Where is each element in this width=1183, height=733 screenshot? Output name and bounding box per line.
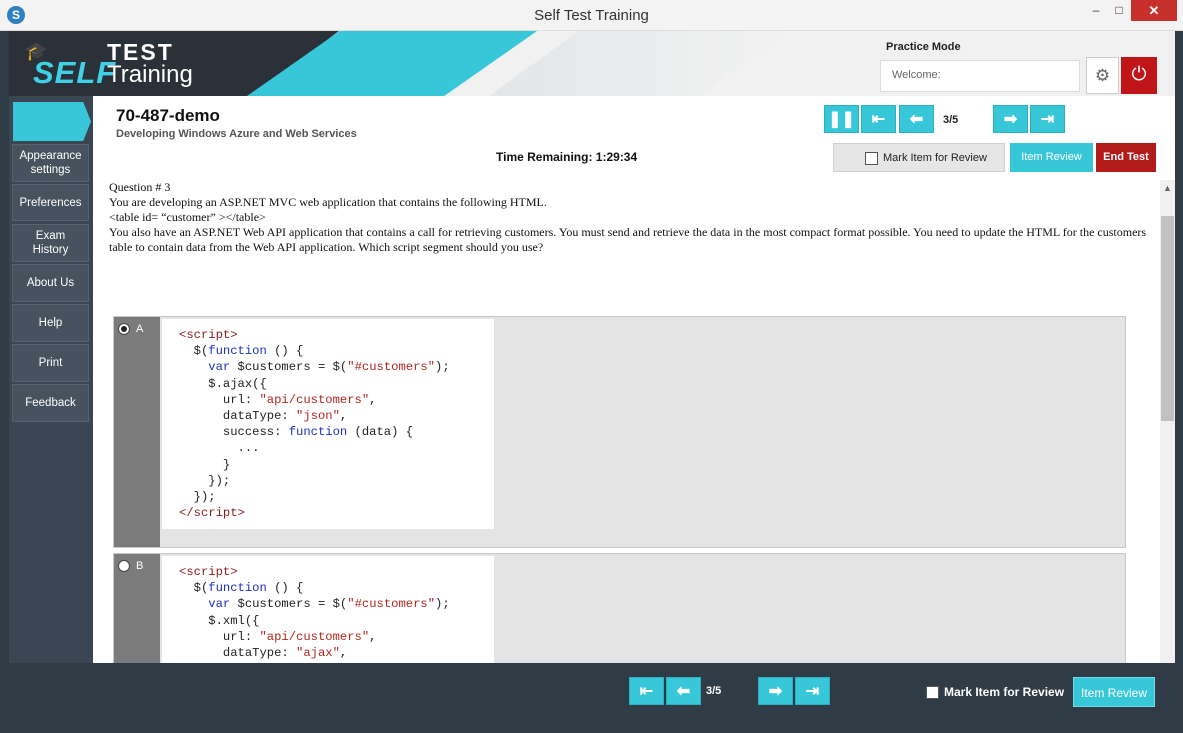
last-question-button[interactable]: ⇥ bbox=[1030, 105, 1065, 133]
bottom-last-button[interactable]: ⇥ bbox=[795, 677, 830, 705]
bottom-item-review-button[interactable]: Item Review bbox=[1073, 677, 1155, 707]
first-arrow-icon: ⇤ bbox=[871, 111, 886, 128]
question-line-2: <table id= “customer” ></table> bbox=[109, 210, 266, 224]
question-number: Question # 3 bbox=[109, 180, 171, 194]
option-a-radio[interactable] bbox=[118, 323, 130, 335]
question-line-3: You also have an ASP.NET Web API applica… bbox=[109, 225, 1147, 254]
last-arrow-icon: ⇥ bbox=[1040, 111, 1055, 128]
power-button[interactable]: ⏻ bbox=[1121, 57, 1157, 94]
next-question-button[interactable]: ➡ bbox=[993, 105, 1028, 133]
mark-review-checkbox[interactable] bbox=[865, 152, 878, 165]
maximize-button[interactable]: □ bbox=[1108, 0, 1130, 21]
option-gutter: B bbox=[114, 554, 160, 663]
mark-review-label: Mark Item for Review bbox=[883, 152, 987, 164]
bottom-mark-review-label: Mark Item for Review bbox=[944, 685, 1065, 699]
bottom-bar: ⇤ ⬅ 3/5 ➡ ⇥ Mark Item for Review Item Re… bbox=[0, 663, 1183, 733]
option-a-letter: A bbox=[136, 323, 144, 335]
minimize-button[interactable]: – bbox=[1084, 0, 1108, 21]
welcome-box: Welcome: bbox=[880, 60, 1080, 92]
end-test-button[interactable]: End Test bbox=[1096, 143, 1156, 172]
vertical-scrollbar[interactable]: ▲ bbox=[1160, 180, 1175, 663]
window-title: Self Test Training bbox=[534, 7, 649, 24]
previous-question-button[interactable]: ⬅ bbox=[899, 105, 934, 133]
banner-light-stripe bbox=[489, 31, 789, 96]
bottom-mark-review-checkbox[interactable] bbox=[926, 686, 939, 699]
welcome-label: Welcome: bbox=[892, 69, 941, 81]
sidebar-item-feedback[interactable]: Feedback bbox=[12, 384, 89, 422]
sidebar-item-help[interactable]: Help bbox=[12, 304, 89, 342]
pause-icon: ❚❚ bbox=[828, 111, 855, 128]
mark-review-top[interactable]: Mark Item for Review bbox=[833, 143, 1005, 172]
right-arrow-icon: ➡ bbox=[1003, 111, 1018, 128]
bottom-next-button[interactable]: ➡ bbox=[758, 677, 793, 705]
bottom-first-button[interactable]: ⇤ bbox=[629, 677, 664, 705]
sidebar: Appearance settings Preferences Exam His… bbox=[9, 96, 93, 663]
header-banner: 🎓 SELF TEST Training Practice Mode Welco… bbox=[9, 31, 1175, 96]
question-content: Question # 3 You are developing an ASP.N… bbox=[93, 180, 1157, 663]
left-arrow-icon: ⬅ bbox=[676, 683, 691, 700]
left-arrow-icon: ⬅ bbox=[909, 111, 924, 128]
selftest-logo: 🎓 SELF TEST Training bbox=[25, 39, 205, 91]
scrollbar-thumb[interactable] bbox=[1161, 216, 1174, 421]
option-b[interactable]: B <script> $(function () { var $customer… bbox=[113, 553, 1126, 663]
sidebar-item-preferences[interactable]: Preferences bbox=[12, 184, 89, 221]
sidebar-item-appearance-settings[interactable]: Appearance settings bbox=[12, 144, 89, 182]
logo-self-text: SELF bbox=[33, 55, 117, 90]
option-b-code: <script> $(function () { var $customers … bbox=[162, 556, 494, 663]
close-button[interactable]: ✕ bbox=[1131, 0, 1177, 21]
time-remaining: Time Remaining: 1:29:34 bbox=[496, 150, 638, 164]
settings-button[interactable]: ⚙ bbox=[1086, 57, 1119, 94]
logo-training-text: Training bbox=[107, 61, 193, 88]
first-arrow-icon: ⇤ bbox=[639, 683, 654, 700]
option-a[interactable]: A <script> $(function () { var $customer… bbox=[113, 316, 1126, 548]
option-b-letter: B bbox=[136, 560, 144, 572]
question-text: Question # 3 You are developing an ASP.N… bbox=[109, 180, 1149, 255]
pause-button[interactable]: ❚❚ bbox=[824, 105, 859, 133]
bottom-question-progress: 3/5 bbox=[706, 685, 722, 697]
exam-subtitle: Developing Windows Azure and Web Service… bbox=[116, 128, 357, 140]
gear-icon: ⚙ bbox=[1094, 66, 1111, 85]
title-bar: S Self Test Training – □ ✕ bbox=[0, 0, 1183, 31]
option-b-radio[interactable] bbox=[118, 560, 130, 572]
practice-mode-label: Practice Mode bbox=[886, 41, 961, 53]
main-panel: 70-487-demo Developing Windows Azure and… bbox=[93, 96, 1175, 663]
item-review-button[interactable]: Item Review bbox=[1010, 143, 1093, 172]
power-icon: ⏻ bbox=[1131, 64, 1147, 85]
right-arrow-icon: ➡ bbox=[768, 683, 783, 700]
question-progress: 3/5 bbox=[943, 114, 959, 126]
sidebar-active-arrow bbox=[13, 102, 91, 141]
sidebar-item-exam-history[interactable]: Exam History bbox=[12, 224, 89, 262]
first-question-button[interactable]: ⇤ bbox=[861, 105, 896, 133]
question-line-1: You are developing an ASP.NET MVC web ap… bbox=[109, 195, 547, 209]
sidebar-item-about-us[interactable]: About Us bbox=[12, 264, 89, 302]
option-gutter: A bbox=[114, 317, 160, 547]
sidebar-item-print[interactable]: Print bbox=[12, 344, 89, 382]
exam-title: 70-487-demo bbox=[116, 106, 220, 125]
scroll-up-icon[interactable]: ▲ bbox=[1160, 180, 1175, 196]
bottom-previous-button[interactable]: ⬅ bbox=[666, 677, 701, 705]
last-arrow-icon: ⇥ bbox=[805, 683, 820, 700]
option-a-code: <script> $(function () { var $customers … bbox=[162, 319, 494, 530]
